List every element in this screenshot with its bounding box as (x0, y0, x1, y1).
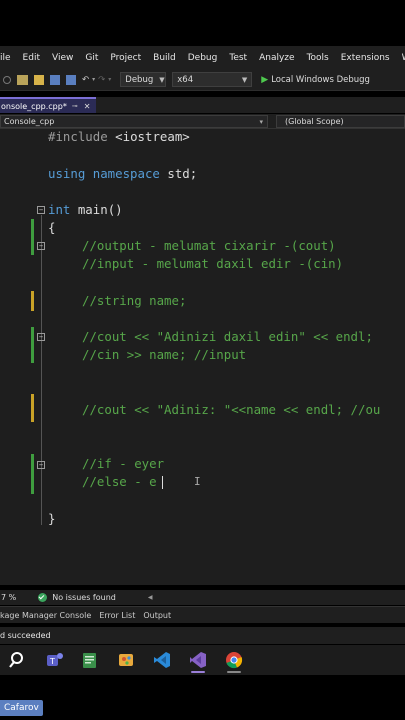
menu-file[interactable]: ile (0, 53, 17, 63)
navigation-bar: Console_cpp ▾ (Global Scope) (0, 114, 405, 129)
menu-test[interactable]: Test (223, 53, 253, 63)
tab-package-manager-console[interactable]: kage Manager Console (0, 611, 91, 620)
code-line-open-brace: { (48, 220, 56, 235)
tab-title: onsole_cpp.cpp* (1, 101, 67, 111)
menu-tools[interactable]: Tools (301, 53, 335, 63)
chevron-down-icon: ▼ (241, 75, 248, 84)
run-debugger-button[interactable]: Local Windows Debugg (271, 75, 370, 85)
configuration-dropdown[interactable]: Debug ▼ (120, 72, 167, 87)
menu-debug[interactable]: Debug (182, 53, 224, 63)
search-icon[interactable] (9, 651, 27, 669)
paint-icon[interactable] (117, 651, 135, 669)
windows-taskbar: T (0, 645, 405, 675)
chevron-down-icon: ▾ (259, 117, 263, 126)
scope-dropdown[interactable]: (Global Scope) (276, 115, 405, 128)
code-editor[interactable]: − − − − #include <iostream> using namesp… (0, 129, 405, 585)
pin-icon[interactable]: ⊸ (72, 102, 78, 110)
menu-project[interactable]: Project (104, 53, 147, 63)
build-status: d succeeded (0, 631, 51, 640)
platform-dropdown[interactable]: x64 ▼ (172, 72, 253, 87)
zoom-level[interactable]: 7 % (1, 593, 16, 602)
visual-studio-icon[interactable] (189, 651, 207, 669)
active-app-indicator (191, 671, 205, 673)
svg-text:T: T (49, 657, 55, 666)
undo-icon[interactable]: ↶ (82, 75, 89, 85)
chevron-down-icon: ▼ (159, 75, 165, 84)
build-status-bar: d succeeded (0, 627, 405, 644)
running-app-indicator (227, 671, 241, 673)
fold-guide (41, 215, 42, 525)
menu-analyze[interactable]: Analyze (253, 53, 300, 63)
menu-window[interactable]: Win (396, 53, 405, 63)
change-bar-yellow (31, 291, 34, 311)
code-comment-else: //else - e (82, 474, 157, 489)
change-bar-green (31, 219, 34, 255)
code-line-using: using namespace std; (48, 166, 198, 181)
code-line-include: #include <iostream> (48, 129, 190, 144)
top-black-area (0, 0, 405, 46)
close-icon[interactable]: ✕ (84, 102, 91, 111)
change-bar-green (31, 327, 34, 363)
collapse-comment-icon[interactable]: − (37, 333, 45, 341)
menu-edit[interactable]: Edit (17, 53, 46, 63)
code-comment-string: //string name; (82, 293, 187, 308)
code-comment-output: //output - melumat cixarir -(cout) (82, 238, 336, 253)
toolbar: ↶ ▾ ↷ ▾ Debug ▼ x64 ▼ ▶ Local Windows Debu… (0, 69, 405, 91)
code-line-main: int main() (48, 202, 123, 217)
editor-status-line: 7 % No issues found ◀ (0, 590, 405, 605)
menu-extensions[interactable]: Extensions (335, 53, 396, 63)
undo-dropdown-icon[interactable]: ▾ (92, 76, 95, 83)
tab-error-list[interactable]: Error List (99, 611, 135, 620)
collapse-main-icon[interactable]: − (37, 206, 45, 214)
notepad-icon[interactable] (81, 651, 99, 669)
menu-git[interactable]: Git (79, 53, 104, 63)
vscode-icon[interactable] (153, 651, 171, 669)
save-all-icon[interactable] (66, 74, 76, 85)
redo-dropdown-icon[interactable]: ▾ (108, 76, 111, 83)
code-comment-cout2: //cout << "Adiniz: "<<name << endl; //ou (82, 402, 381, 417)
code-comment-input: //input - melumat daxil edir -(cin) (82, 256, 344, 271)
code-comment-if: //if - eyer (82, 456, 165, 471)
redo-icon[interactable]: ↷ (98, 75, 105, 85)
save-icon[interactable] (50, 74, 60, 85)
open-folder-icon[interactable] (34, 74, 44, 85)
code-comment-cout1: //cout << "Adinizi daxil edin" << endl; (82, 329, 373, 344)
tab-output[interactable]: Output (143, 611, 171, 620)
ibeam-cursor-icon: I (194, 475, 201, 488)
collapse-comment-icon[interactable]: − (37, 242, 45, 250)
issues-status[interactable]: No issues found (52, 593, 116, 602)
check-circle-icon (38, 593, 48, 602)
code-comment-cin: //cin >> name; //input (82, 347, 247, 362)
user-name-label: Cafarov (0, 700, 43, 716)
collapse-comment-icon[interactable]: − (37, 461, 45, 469)
bottom-panel-tabs: kage Manager Console Error List Output (0, 606, 405, 623)
code-line-close-brace: } (48, 511, 56, 526)
change-bar-green (31, 454, 34, 494)
change-bar-yellow (31, 394, 34, 422)
back-icon[interactable] (3, 75, 11, 84)
menu-bar: ile Edit View Git Project Build Debug Te… (0, 46, 405, 69)
play-icon[interactable]: ▶ (261, 75, 268, 85)
menu-view[interactable]: View (46, 53, 79, 63)
chrome-icon[interactable] (225, 651, 243, 669)
scroll-left-icon[interactable]: ◀ (148, 594, 153, 601)
teams-icon[interactable]: T (46, 651, 64, 669)
document-tab-bar: onsole_cpp.cpp* ⊸ ✕ (0, 97, 405, 113)
text-caret (162, 476, 163, 489)
project-dropdown[interactable]: Console_cpp ▾ (0, 115, 268, 128)
menu-build[interactable]: Build (147, 53, 182, 63)
tab-console-cpp[interactable]: onsole_cpp.cpp* ⊸ ✕ (0, 97, 96, 113)
new-project-icon[interactable] (17, 74, 28, 85)
